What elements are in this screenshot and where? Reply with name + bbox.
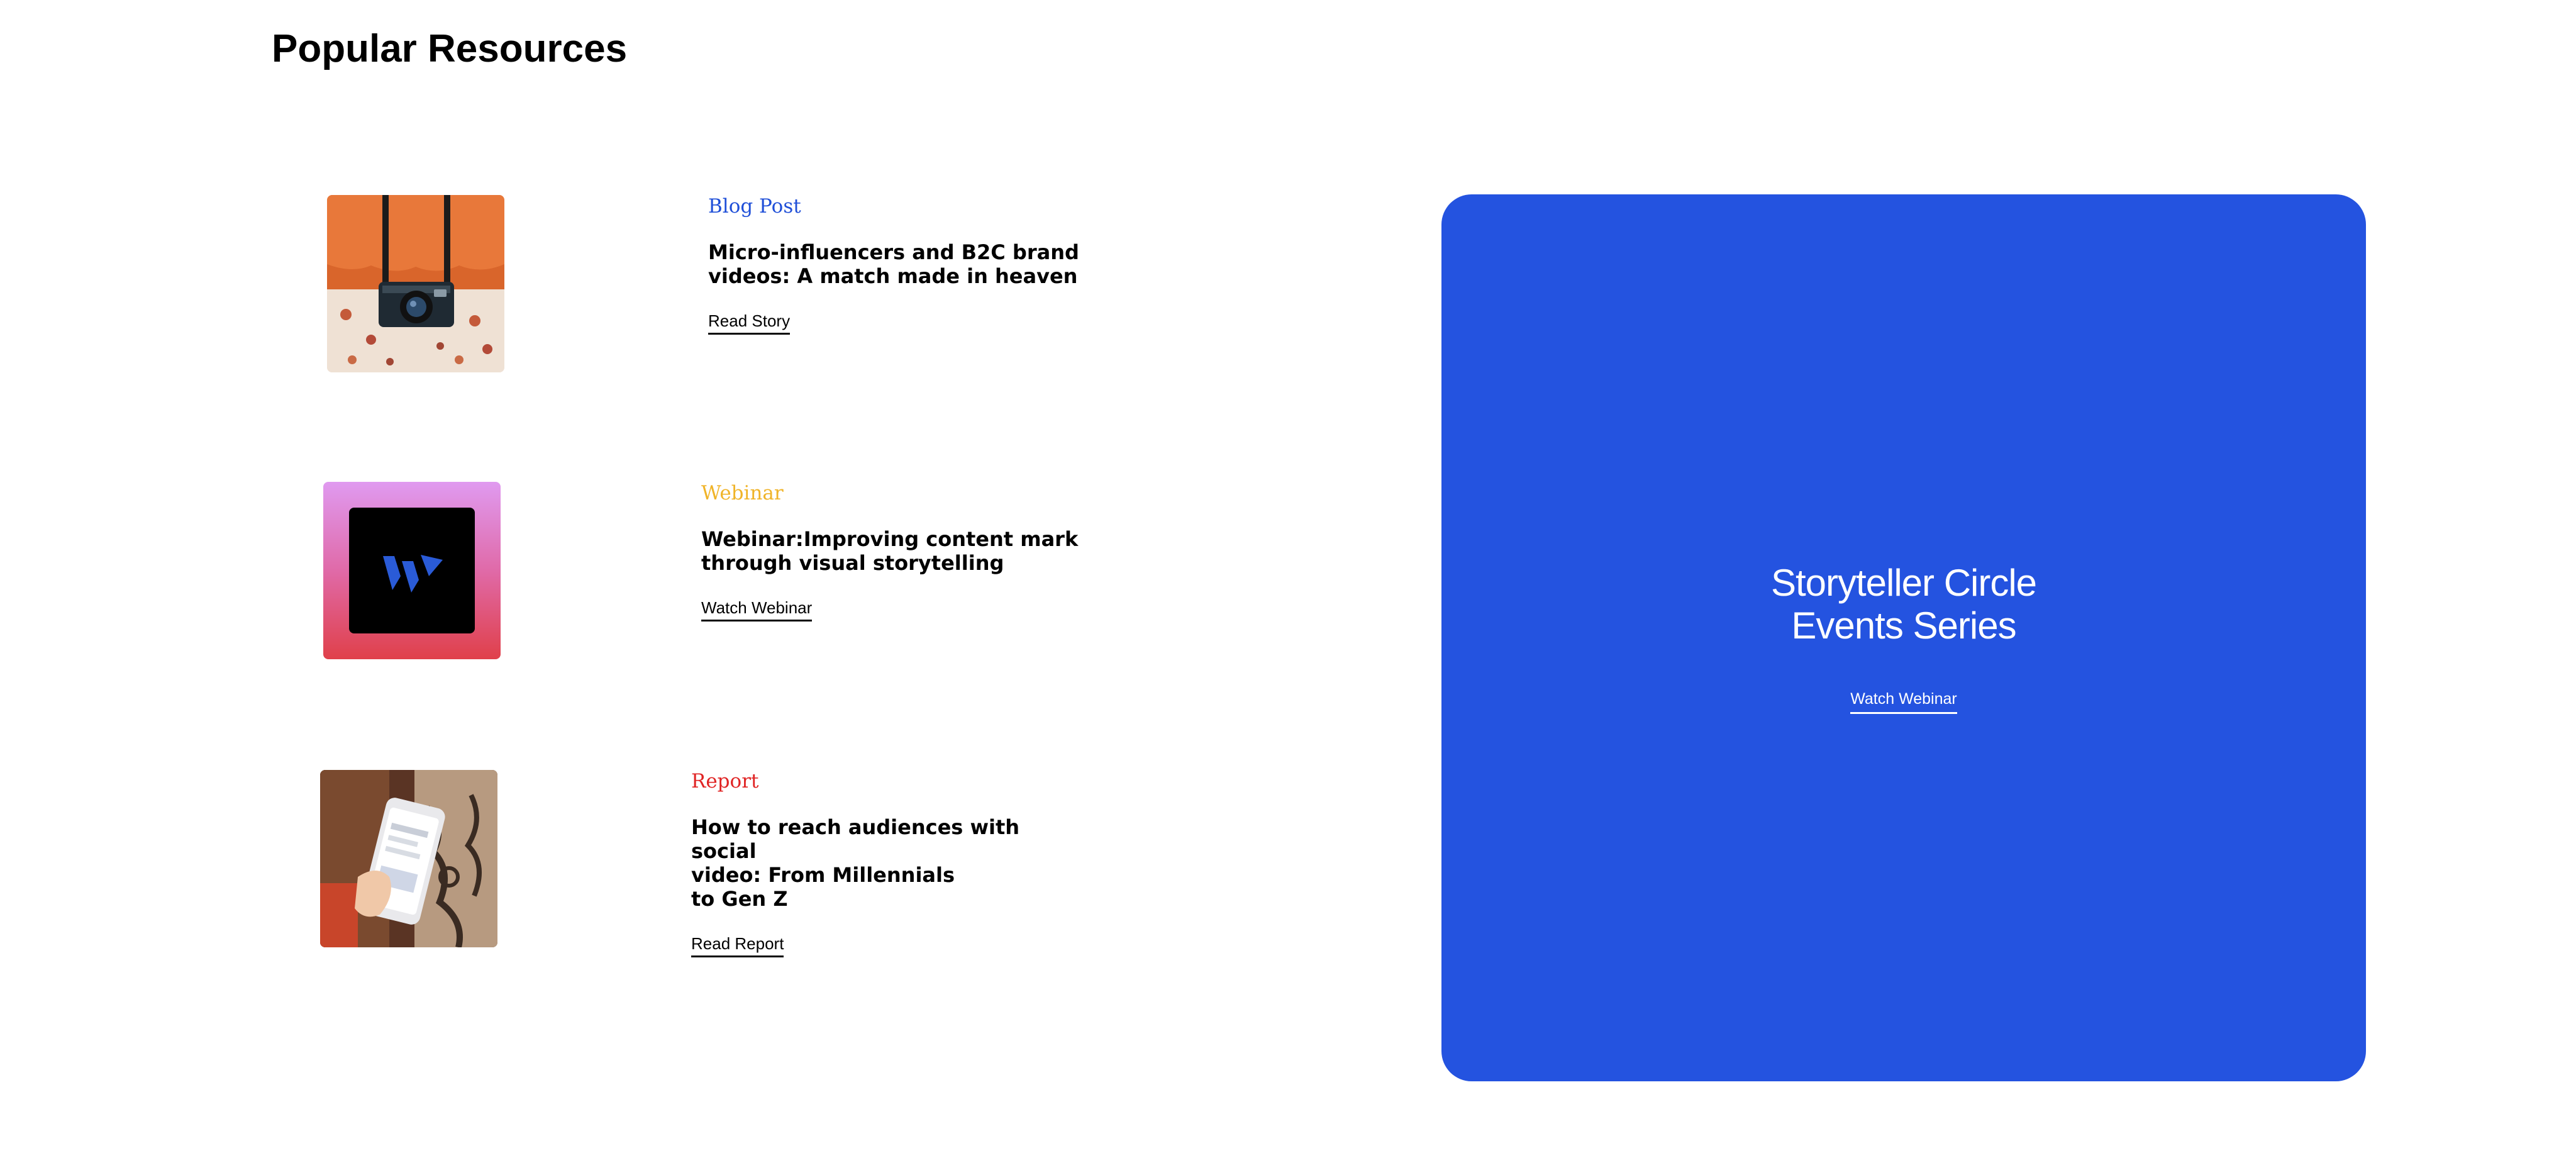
- resource-type-label: Blog Post: [708, 195, 801, 218]
- blog-post-thumbnail[interactable]: [327, 195, 504, 372]
- report-thumbnail[interactable]: [320, 770, 497, 947]
- storyteller-circle-promo-card[interactable]: Storyteller Circle Events Series Watch W…: [1441, 194, 2366, 1081]
- page: Popular Resources Blog Post Micro-influe…: [0, 0, 2576, 1170]
- page-title: Popular Resources: [272, 27, 628, 70]
- watch-webinar-link[interactable]: Watch Webinar: [701, 598, 813, 621]
- promo-title: Storyteller Circle Events Series: [1770, 562, 2037, 647]
- webinar-thumbnail[interactable]: [323, 482, 501, 659]
- brand-logo-image: [323, 482, 501, 659]
- camera-photo-image: [327, 195, 504, 372]
- read-story-link[interactable]: Read Story: [708, 311, 791, 335]
- promo-watch-webinar-link[interactable]: Watch Webinar: [1850, 689, 1957, 714]
- resource-headline[interactable]: Webinar:Improving content mark through v…: [701, 527, 1091, 575]
- blog-post-card: Blog Post Micro-influencers and B2C bran…: [708, 194, 1098, 335]
- resource-headline[interactable]: How to reach audiences with social video…: [691, 815, 1081, 911]
- resource-type-label: Report: [691, 770, 759, 793]
- resource-type-label: Webinar: [701, 482, 784, 504]
- phone-in-hand-image: [320, 770, 497, 947]
- webinar-card: Webinar Webinar:Improving content mark t…: [701, 481, 1091, 621]
- read-report-link[interactable]: Read Report: [691, 933, 784, 957]
- resource-headline[interactable]: Micro-influencers and B2C brand videos: …: [708, 240, 1098, 288]
- report-card: Report How to reach audiences with socia…: [691, 769, 1081, 957]
- promo-content: Storyteller Circle Events Series Watch W…: [1441, 562, 2366, 714]
